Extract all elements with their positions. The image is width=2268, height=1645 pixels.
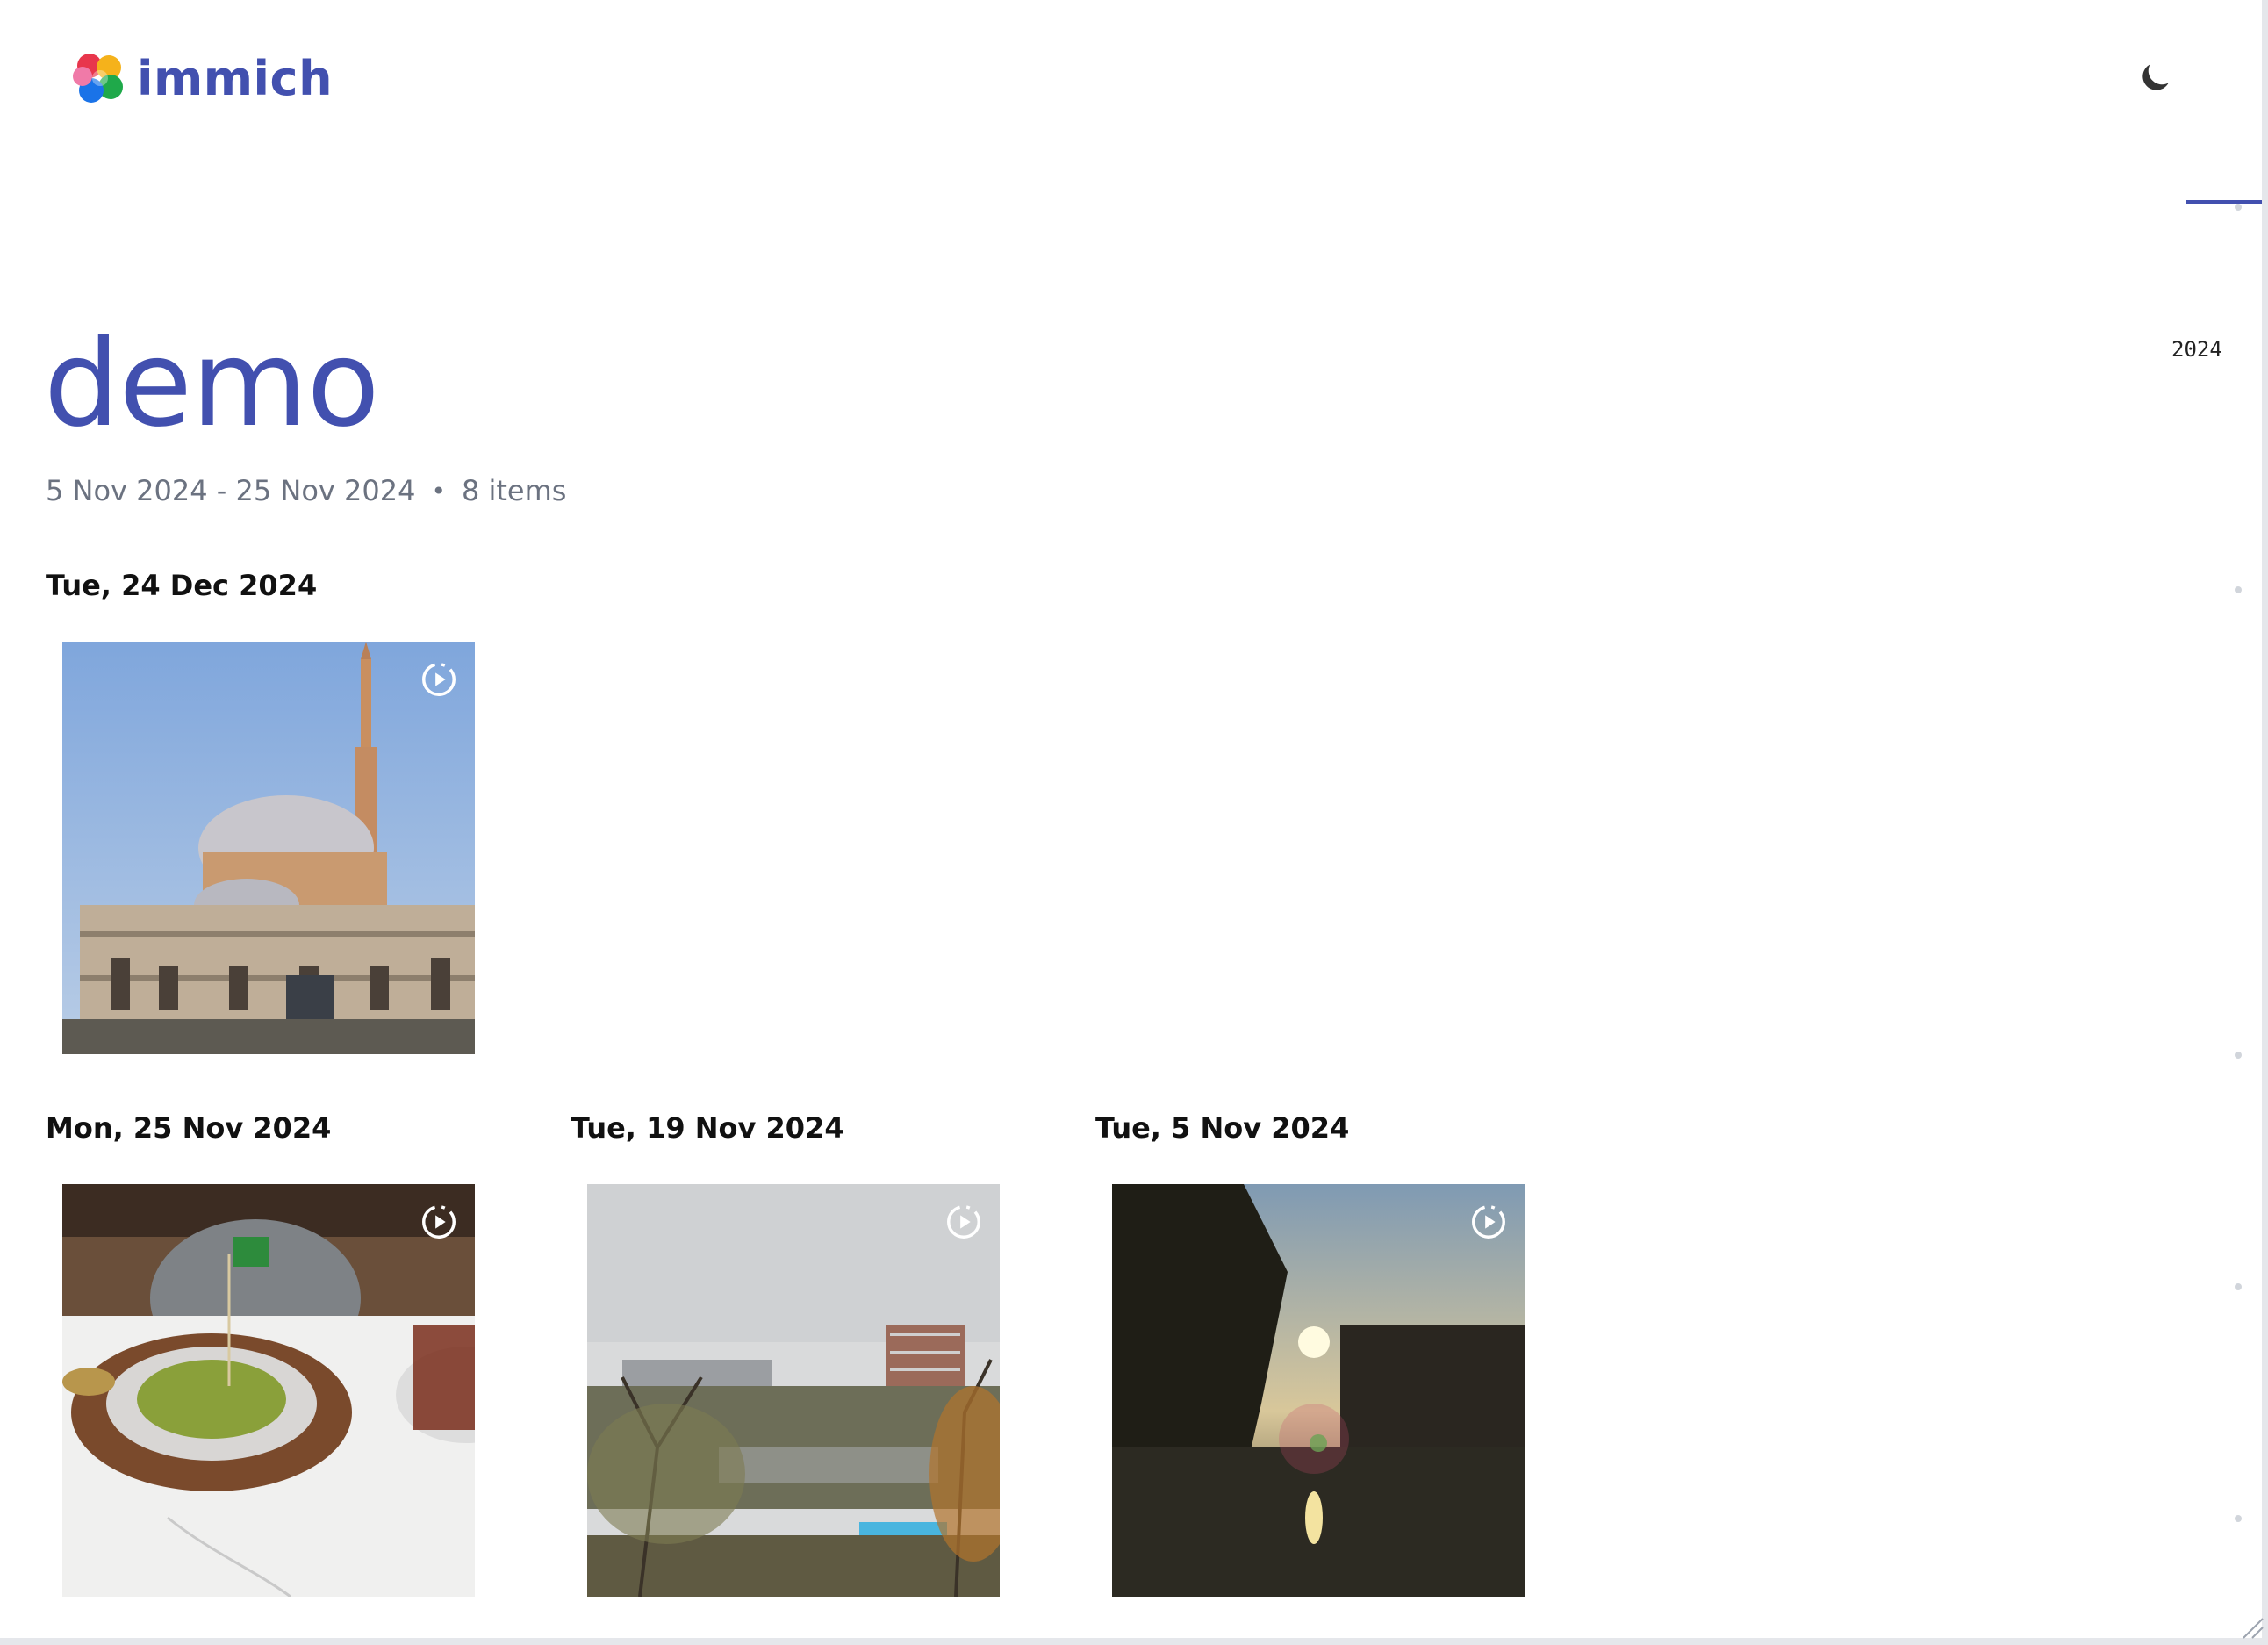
date-group-heading[interactable]: Tue, 5 Nov 2024 [1095,1111,1349,1145]
scrubber-month-dot[interactable] [2235,1283,2242,1290]
pistachio-dessert-photo [62,1184,475,1597]
immich-logo-icon [73,54,123,103]
album-date-range: 5 Nov 2024 - 25 Nov 2024 [46,474,416,507]
scrubber-month-dot[interactable] [2235,1052,2242,1059]
separator-dot: • [431,476,446,506]
asset-thumbnail[interactable] [62,642,475,1054]
album-summary: 5 Nov 2024 - 25 Nov 2024 • 8 items [46,474,566,507]
resize-grip-icon[interactable] [2240,1615,2264,1640]
asset-thumbnail[interactable] [1112,1184,1525,1597]
motion-photo-icon[interactable] [944,1202,984,1242]
mosque-photo [62,642,475,1054]
scrubber-position-indicator[interactable] [2186,200,2265,204]
cloudy-city-photo [587,1184,1000,1597]
window-bottom-edge [0,1638,2268,1645]
immich-logo[interactable]: immich [70,47,333,109]
motion-photo-icon[interactable] [419,659,459,700]
date-group-heading[interactable]: Tue, 19 Nov 2024 [571,1111,844,1145]
motion-photo-icon[interactable] [419,1202,459,1242]
theme-toggle-button[interactable] [2129,51,2182,104]
asset-thumbnail[interactable] [587,1184,1000,1597]
date-group-heading[interactable]: Mon, 25 Nov 2024 [46,1111,331,1145]
date-group-heading[interactable]: Tue, 24 Dec 2024 [46,569,317,602]
vertical-scrollbar[interactable] [2262,0,2268,1645]
motion-photo-icon[interactable] [1468,1202,1509,1242]
scrubber-month-dot[interactable] [2235,1515,2242,1522]
timeline-scrubber[interactable] [2185,193,2268,1633]
scrubber-month-dot[interactable] [2235,586,2242,593]
album-item-count: 8 items [461,474,567,507]
asset-thumbnail[interactable] [62,1184,475,1597]
album-title[interactable]: demo [44,325,380,444]
moon-icon [2142,64,2169,90]
scrubber-year-label[interactable]: 2024 [2171,337,2222,362]
app-name: immich [137,50,334,106]
scrubber-month-dot[interactable] [2235,204,2242,211]
sunset-river-photo [1112,1184,1525,1597]
